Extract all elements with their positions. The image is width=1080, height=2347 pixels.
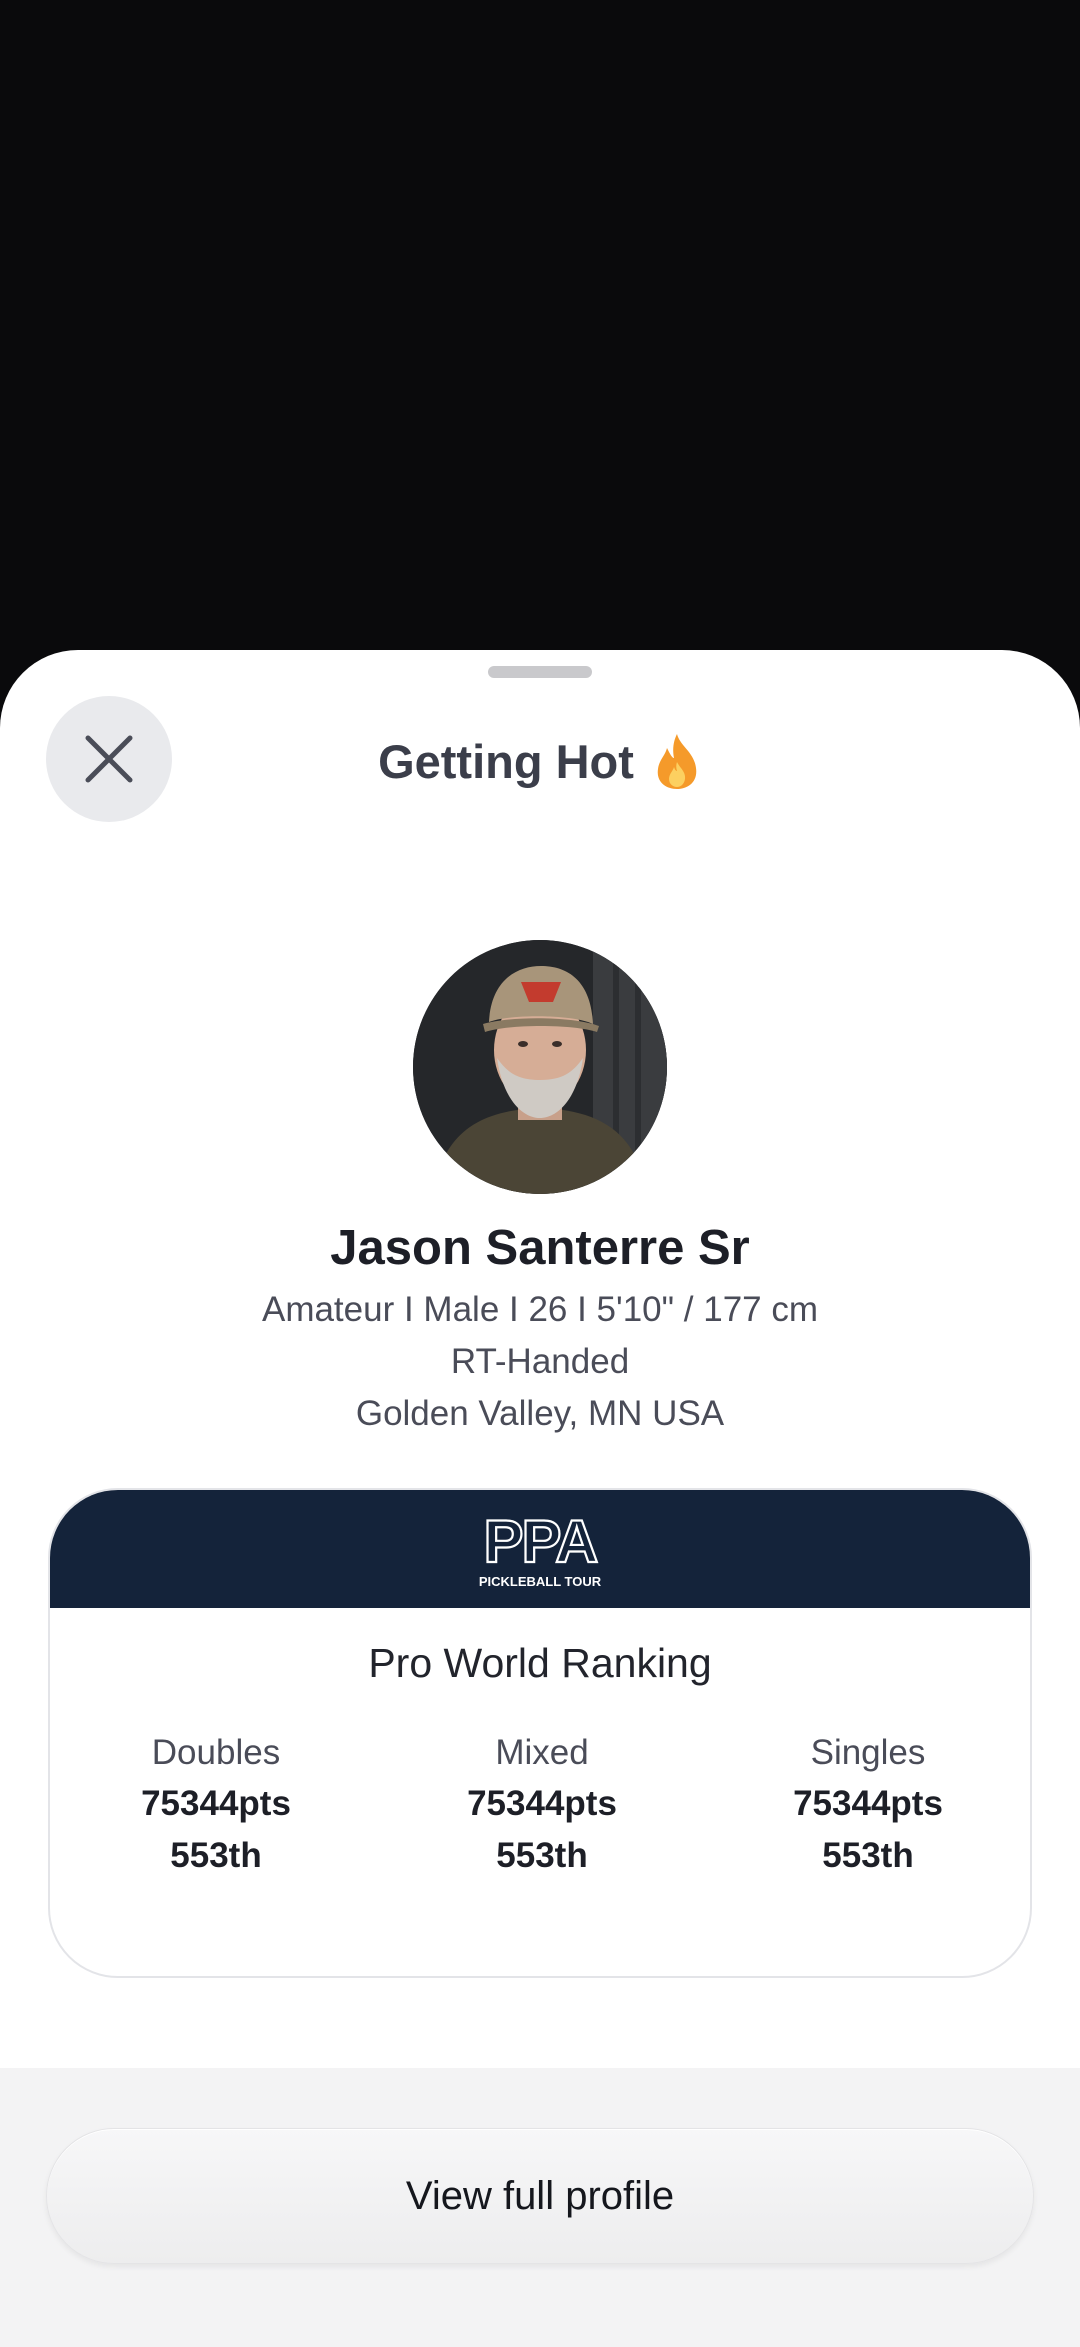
sheet-title-text: Getting Hot: [378, 734, 634, 788]
ranking-title: Pro World Ranking: [368, 1640, 712, 1686]
ppa-logo-header: PPA PICKLEBALL TOUR: [50, 1490, 1030, 1608]
rank-label: Singles: [810, 1733, 926, 1772]
rank-column-doubles: Doubles 75344pts 553th: [56, 1728, 376, 1882]
ranking-card: PPA PICKLEBALL TOUR Pro World Ranking Do…: [48, 1488, 1032, 1978]
rank-position: 553th: [496, 1836, 588, 1875]
player-name: Jason Santerre Sr: [330, 1221, 750, 1275]
dimmed-backdrop[interactable]: [0, 0, 1080, 720]
rank-points: 75344pts: [467, 1784, 617, 1823]
player-handedness: RT-Handed: [450, 1342, 630, 1381]
rank-points: 75344pts: [141, 1784, 291, 1823]
rank-label: Mixed: [495, 1733, 589, 1772]
rank-position: 553th: [822, 1836, 914, 1875]
view-full-profile-button[interactable]: View full profile: [46, 2128, 1034, 2264]
ppa-logo-subtitle: PICKLEBALL TOUR: [479, 1574, 602, 1589]
ppa-logo-text: PPA: [484, 1508, 598, 1575]
rank-column-mixed: Mixed 75344pts 553th: [382, 1728, 702, 1882]
sheet-grabber[interactable]: [488, 666, 592, 678]
flame-icon: [657, 734, 697, 789]
player-location: Golden Valley, MN USA: [355, 1394, 725, 1433]
rank-label: Doubles: [151, 1733, 281, 1772]
rank-column-singles: Singles 75344pts 553th: [708, 1728, 1028, 1882]
rank-position: 553th: [170, 1836, 262, 1875]
rank-points: 75344pts: [793, 1784, 943, 1823]
player-details: Amateur I Male I 26 I 5'10" / 177 cm: [261, 1290, 819, 1329]
sheet-title: Getting Hot: [0, 732, 1080, 790]
ppa-logo: PPA PICKLEBALL TOUR: [479, 1507, 602, 1589]
sheet-footer: View full profile: [0, 2068, 1080, 2347]
player-avatar: [413, 940, 667, 1194]
